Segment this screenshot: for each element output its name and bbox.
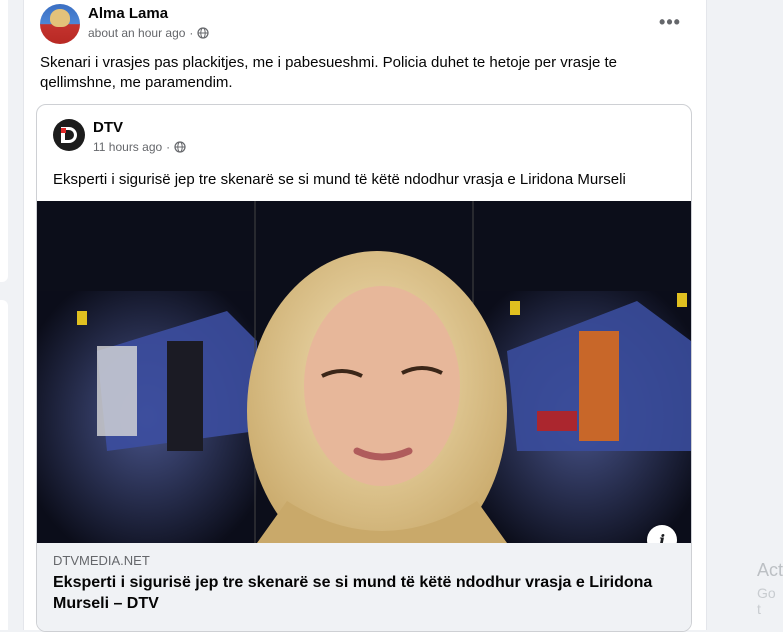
author-avatar[interactable] <box>40 4 80 44</box>
post-caption: Skenari i vrasjes pas plackitjes, me i p… <box>40 54 617 91</box>
shared-post-text: Eksperti i sigurisë jep tre skenarë se s… <box>53 171 626 188</box>
globe-icon <box>197 27 210 39</box>
shared-post-meta: 11 hours ago · <box>93 140 186 154</box>
post-meta: about an hour ago · <box>88 26 210 40</box>
post-timestamp[interactable]: about an hour ago <box>88 26 185 40</box>
shared-post-timestamp[interactable]: 11 hours ago <box>93 140 162 154</box>
left-card-edge-top <box>0 0 8 282</box>
feed-post: Alma Lama about an hour ago · ••• Skenar… <box>23 0 707 632</box>
link-preview-footer[interactable]: DTVMEDIA.NET Eksperti i sigurisë jep tre… <box>37 543 691 631</box>
left-card-edge-bottom <box>0 300 8 630</box>
activate-windows-title: Act <box>757 560 783 580</box>
dtv-logo[interactable] <box>53 119 85 151</box>
link-title[interactable]: Eksperti i sigurisë jep tre skenarë se s… <box>53 572 668 614</box>
globe-icon <box>174 141 186 153</box>
activate-windows-subtitle: Go t <box>757 585 776 617</box>
photo-collage <box>37 201 691 543</box>
left-column-edge <box>0 0 8 630</box>
author-name[interactable]: Alma Lama <box>88 5 168 22</box>
link-preview-image[interactable]: i <box>37 201 691 543</box>
shared-post-card[interactable]: DTV 11 hours ago · Eksperti i sigurisë j… <box>36 104 692 632</box>
more-options-icon[interactable]: ••• <box>658 10 682 34</box>
shared-page-name[interactable]: DTV <box>93 119 123 136</box>
link-domain: DTVMEDIA.NET <box>53 553 150 568</box>
